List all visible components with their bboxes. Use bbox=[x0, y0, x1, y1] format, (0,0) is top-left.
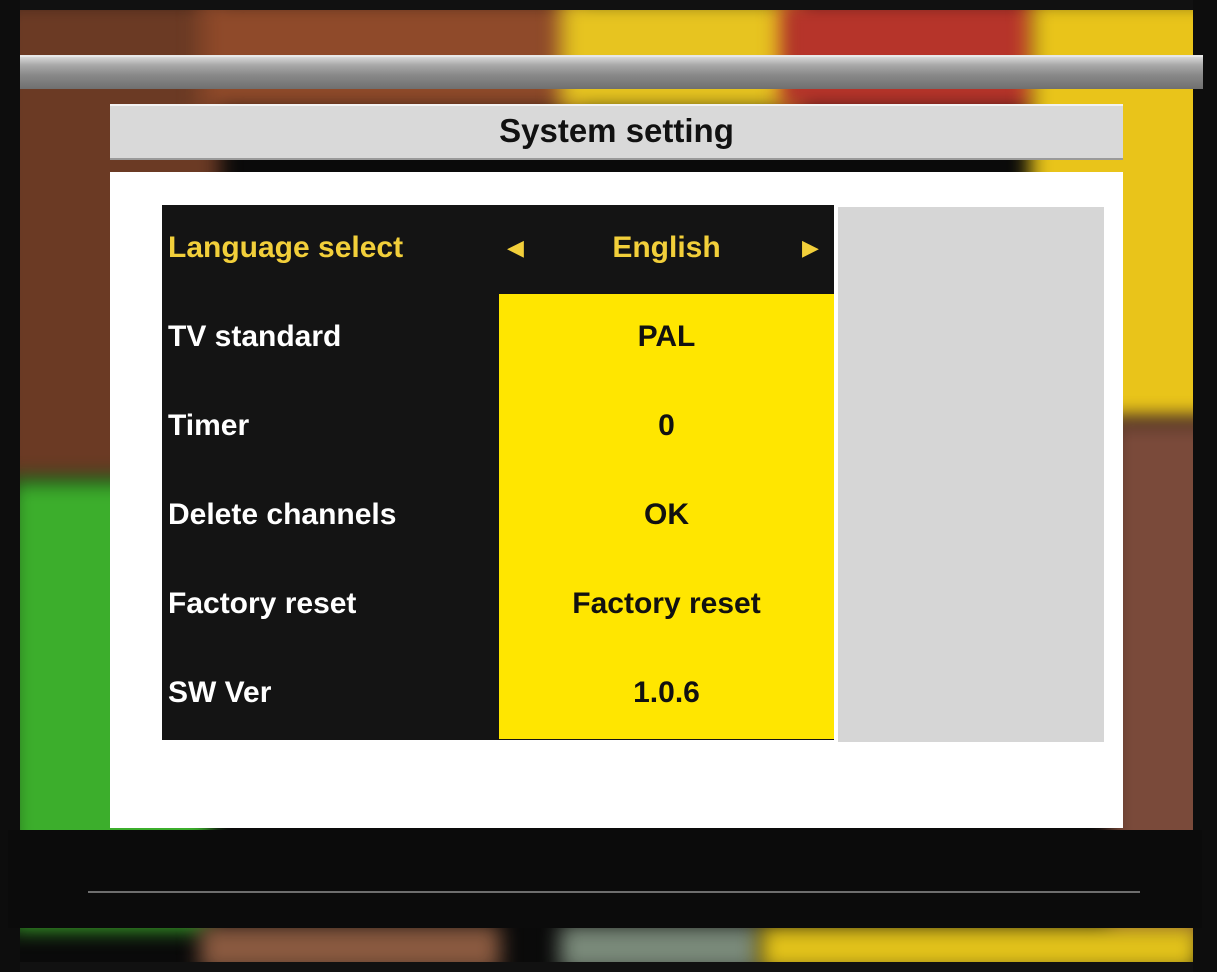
menu-row-label: Language select bbox=[168, 231, 404, 264]
settings-menu: Language select ◀ English ▶ TV standard … bbox=[162, 205, 834, 740]
menu-row-value: PAL bbox=[499, 294, 834, 383]
menu-row-label: Delete channels bbox=[168, 498, 397, 531]
menu-row-delete-channels[interactable]: Delete channels OK bbox=[162, 472, 834, 561]
help-side-panel bbox=[838, 207, 1104, 742]
menu-row-label: SW Ver bbox=[168, 676, 272, 709]
menu-row-value: English bbox=[612, 231, 721, 264]
menu-row-timer[interactable]: Timer 0 bbox=[162, 383, 834, 472]
bottom-divider bbox=[88, 891, 1140, 893]
page-title: System setting bbox=[110, 104, 1123, 160]
menu-row-label: Timer bbox=[168, 409, 250, 442]
menu-row-value: Factory reset bbox=[499, 561, 834, 650]
screen-border-top bbox=[0, 0, 1217, 10]
right-arrow-icon[interactable]: ▶ bbox=[802, 205, 819, 294]
screen-border-left bbox=[0, 0, 20, 972]
menu-row-value: 1.0.6 bbox=[499, 650, 834, 739]
screen-border-right bbox=[1193, 0, 1217, 972]
screen-border-bottom bbox=[0, 962, 1217, 972]
menu-row-value: OK bbox=[499, 472, 834, 561]
menu-row-label: Factory reset bbox=[168, 587, 357, 620]
menu-row-factory-reset[interactable]: Factory reset Factory reset bbox=[162, 561, 834, 650]
menu-row-language-select[interactable]: Language select ◀ English ▶ bbox=[162, 205, 834, 294]
menu-row-label: TV standard bbox=[168, 320, 342, 353]
menu-row-tv-standard[interactable]: TV standard PAL bbox=[162, 294, 834, 383]
menu-row-value: 0 bbox=[499, 383, 834, 472]
bottom-info-bar bbox=[8, 830, 1202, 928]
menu-row-sw-ver[interactable]: SW Ver 1.0.6 bbox=[162, 650, 834, 739]
top-info-bar bbox=[20, 55, 1203, 89]
